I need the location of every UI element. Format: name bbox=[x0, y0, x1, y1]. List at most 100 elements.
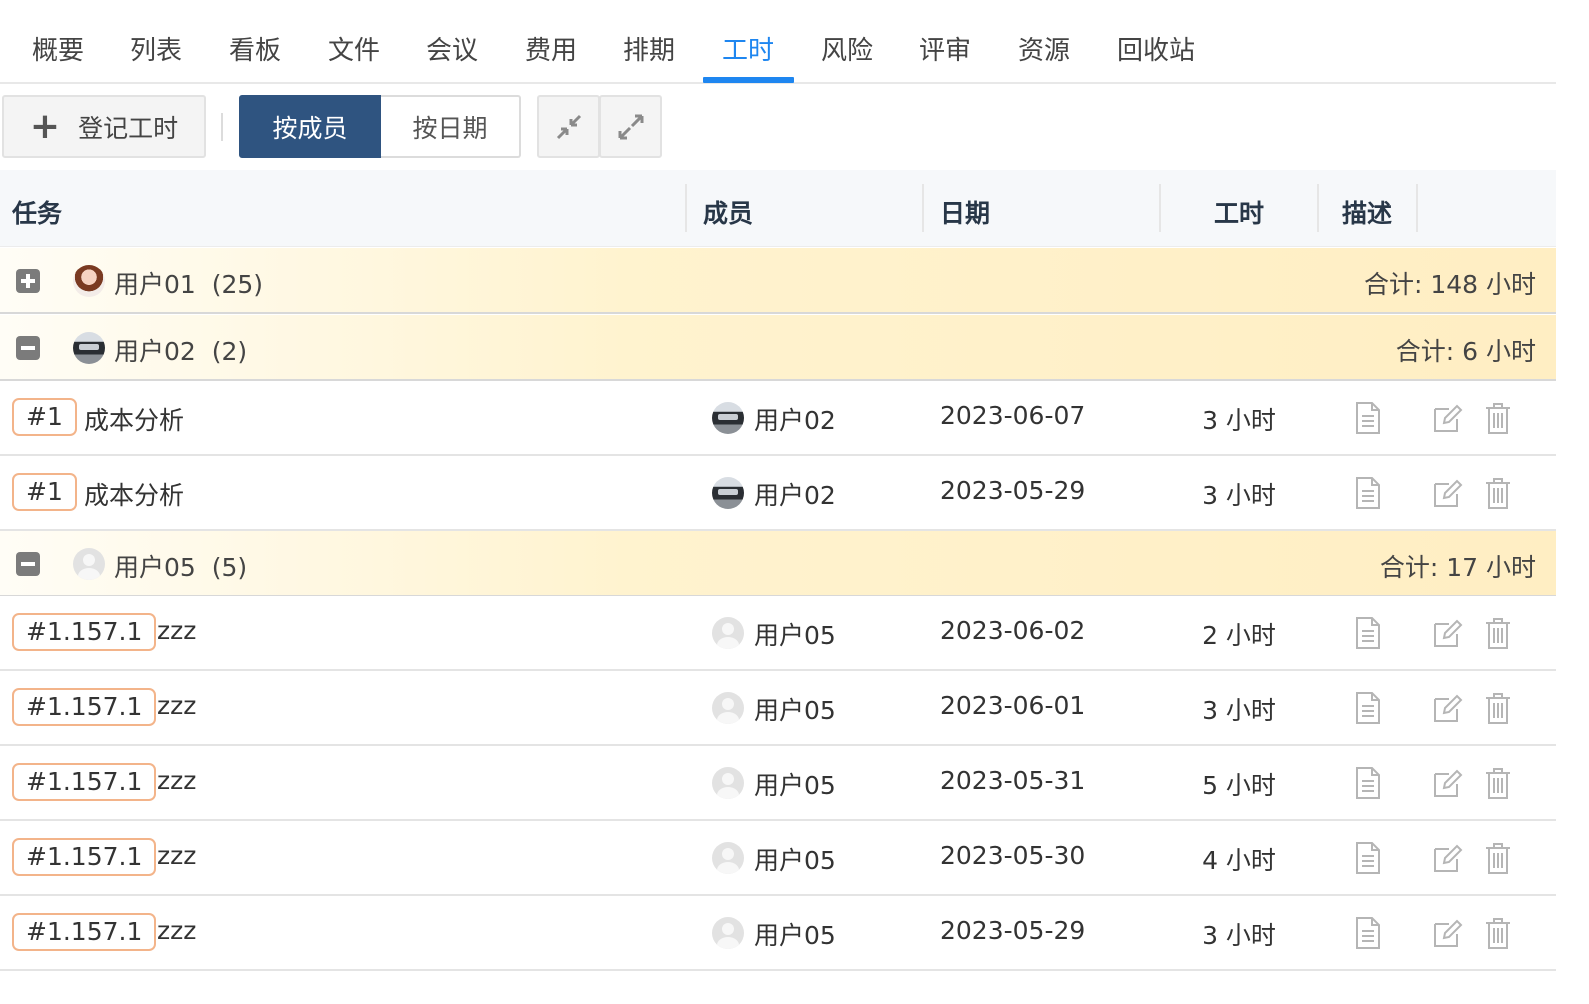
expand-group-icon[interactable] bbox=[16, 269, 40, 293]
table-row[interactable]: #1.157.1 zzz 用户05 2023-05-30 4 小时 bbox=[0, 821, 1556, 896]
tab-schedule[interactable]: 排期 bbox=[623, 30, 675, 67]
tab-reviews[interactable]: 评审 bbox=[919, 30, 971, 67]
table-row[interactable]: #1.157.1 zzz 用户05 2023-05-29 3 小时 bbox=[0, 896, 1556, 971]
log-hours-label: 登记工时 bbox=[78, 113, 179, 143]
task-name[interactable]: 成本分析 bbox=[84, 476, 184, 512]
column-divider bbox=[1159, 184, 1161, 232]
log-date: 2023-05-30 bbox=[940, 841, 1086, 870]
delete-icon[interactable] bbox=[1482, 766, 1514, 800]
task-id-tag[interactable]: #1.157.1 bbox=[12, 763, 157, 801]
expand-all-button[interactable] bbox=[599, 95, 662, 158]
collapse-group-icon[interactable] bbox=[16, 336, 40, 360]
edit-icon[interactable] bbox=[1431, 691, 1463, 725]
tab-meetings[interactable]: 会议 bbox=[426, 30, 478, 67]
collapse-all-button[interactable] bbox=[537, 95, 600, 158]
avatar bbox=[73, 332, 105, 364]
avatar bbox=[712, 402, 744, 434]
tab-recycle-bin[interactable]: 回收站 bbox=[1117, 30, 1195, 67]
edit-icon[interactable] bbox=[1431, 476, 1463, 510]
description-icon[interactable] bbox=[1352, 691, 1384, 725]
edit-icon[interactable] bbox=[1431, 616, 1463, 650]
group-row[interactable]: 用户02 (2) 合计: 6 小时 bbox=[0, 315, 1556, 381]
column-divider bbox=[1317, 184, 1319, 232]
column-divider bbox=[922, 184, 924, 232]
description-icon[interactable] bbox=[1352, 841, 1384, 875]
table-row[interactable]: #1 成本分析 用户02 2023-06-07 3 小时 bbox=[0, 381, 1556, 456]
tab-kanban[interactable]: 看板 bbox=[229, 30, 281, 67]
log-hours-button[interactable]: + 登记工时 bbox=[2, 95, 206, 158]
task-id-tag[interactable]: #1 bbox=[12, 398, 77, 436]
column-header-description: 描述 bbox=[1342, 199, 1393, 228]
column-header-member[interactable]: 成员 bbox=[703, 194, 753, 230]
group-name: 用户02 (2) bbox=[114, 337, 248, 366]
tab-files[interactable]: 文件 bbox=[328, 30, 380, 67]
group-row[interactable]: 用户05 (5) 合计: 17 小时 bbox=[0, 531, 1556, 597]
tab-risks[interactable]: 风险 bbox=[821, 30, 873, 67]
logged-hours: 5 小时 bbox=[1202, 771, 1276, 800]
collapse-group-icon[interactable] bbox=[16, 552, 40, 576]
table-row[interactable]: #1.157.1 zzz 用户05 2023-06-02 2 小时 bbox=[0, 596, 1556, 671]
group-total: 合计: 17 小时 bbox=[1379, 553, 1536, 582]
delete-icon[interactable] bbox=[1482, 691, 1514, 725]
task-name[interactable]: 成本分析 bbox=[84, 401, 184, 437]
column-header-task[interactable]: 任务 bbox=[12, 194, 62, 230]
task-name[interactable]: zzz bbox=[157, 691, 196, 720]
log-date: 2023-05-29 bbox=[940, 476, 1086, 505]
delete-icon[interactable] bbox=[1482, 841, 1514, 875]
edit-icon[interactable] bbox=[1431, 916, 1463, 950]
group-name: 用户05 (5) bbox=[114, 553, 248, 582]
task-name[interactable]: zzz bbox=[157, 916, 196, 945]
task-name[interactable]: zzz bbox=[157, 616, 196, 645]
edit-icon[interactable] bbox=[1431, 401, 1463, 435]
member-name: 用户05 bbox=[754, 771, 836, 800]
task-id-tag[interactable]: #1.157.1 bbox=[12, 613, 157, 651]
collapse-all-icon bbox=[556, 114, 581, 139]
table-row[interactable]: #1.157.1 zzz 用户05 2023-06-01 3 小时 bbox=[0, 671, 1556, 746]
edit-icon[interactable] bbox=[1431, 766, 1463, 800]
avatar bbox=[712, 842, 744, 874]
column-header-date[interactable]: 日期 bbox=[940, 194, 990, 230]
table-row[interactable]: #1.157.1 zzz 用户05 2023-05-31 5 小时 bbox=[0, 746, 1556, 821]
column-header-hours[interactable]: 工时 bbox=[1214, 194, 1264, 230]
member-name: 用户05 bbox=[754, 846, 836, 875]
group-total: 合计: 6 小时 bbox=[1395, 337, 1536, 366]
tab-worklog[interactable]: 工时 bbox=[722, 30, 774, 67]
tab-list[interactable]: 列表 bbox=[130, 30, 182, 67]
table-header: 任务 成员 日期 工时 描述 bbox=[0, 170, 1556, 247]
group-row[interactable]: 用户01 (25) 合计: 148 小时 bbox=[0, 248, 1556, 314]
log-date: 2023-05-31 bbox=[940, 766, 1086, 795]
edit-icon[interactable] bbox=[1431, 841, 1463, 875]
log-date: 2023-05-29 bbox=[940, 916, 1086, 945]
avatar bbox=[712, 767, 744, 799]
tab-resources[interactable]: 资源 bbox=[1018, 30, 1070, 67]
description-icon[interactable] bbox=[1352, 916, 1384, 950]
logged-hours: 4 小时 bbox=[1202, 846, 1276, 875]
column-divider bbox=[1416, 184, 1418, 232]
log-date: 2023-06-01 bbox=[940, 691, 1086, 720]
active-tab-indicator bbox=[703, 77, 794, 83]
delete-icon[interactable] bbox=[1482, 401, 1514, 435]
delete-icon[interactable] bbox=[1482, 476, 1514, 510]
delete-icon[interactable] bbox=[1482, 616, 1514, 650]
description-icon[interactable] bbox=[1352, 476, 1384, 510]
description-icon[interactable] bbox=[1352, 766, 1384, 800]
table-row[interactable]: #1 成本分析 用户02 2023-05-29 3 小时 bbox=[0, 456, 1556, 531]
task-id-tag[interactable]: #1 bbox=[12, 473, 77, 511]
task-id-tag[interactable]: #1.157.1 bbox=[12, 838, 157, 876]
task-id-tag[interactable]: #1.157.1 bbox=[12, 688, 157, 726]
task-name[interactable]: zzz bbox=[157, 766, 196, 795]
group-total: 合计: 148 小时 bbox=[1363, 270, 1536, 299]
task-name[interactable]: zzz bbox=[157, 841, 196, 870]
logged-hours: 3 小时 bbox=[1202, 406, 1276, 435]
member-name: 用户05 bbox=[754, 921, 836, 950]
description-icon[interactable] bbox=[1352, 401, 1384, 435]
description-icon[interactable] bbox=[1352, 616, 1384, 650]
log-date: 2023-06-07 bbox=[940, 401, 1086, 430]
delete-icon[interactable] bbox=[1482, 916, 1514, 950]
member-name: 用户05 bbox=[754, 696, 836, 725]
task-id-tag[interactable]: #1.157.1 bbox=[12, 913, 157, 951]
view-by-date-button[interactable]: 按日期 bbox=[381, 95, 521, 158]
tab-overview[interactable]: 概要 bbox=[32, 30, 84, 67]
view-by-member-button[interactable]: 按成员 bbox=[239, 95, 381, 158]
tab-expenses[interactable]: 费用 bbox=[525, 30, 577, 67]
